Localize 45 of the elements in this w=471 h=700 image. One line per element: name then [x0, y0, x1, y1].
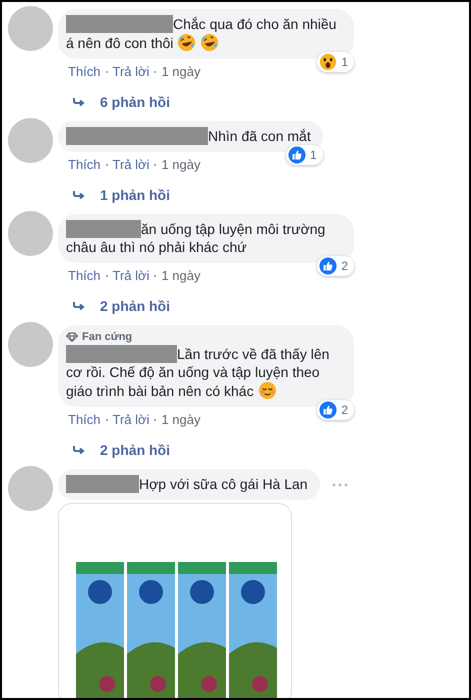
separator-dot — [154, 274, 156, 276]
comment-action-link[interactable]: Trả lời — [112, 268, 150, 283]
more-options-icon[interactable] — [332, 482, 348, 486]
comment-time[interactable]: 1 ngày — [161, 64, 200, 79]
separator-dot — [106, 70, 108, 72]
view-replies-link[interactable]: 2 phản hồi — [100, 298, 170, 314]
comment-action-link[interactable]: Trả lời — [112, 64, 150, 79]
comment-text: ăn uống tập luyện môi trường châu âu thì nó phải khác chứ — [66, 221, 326, 255]
avatar[interactable] — [8, 466, 53, 511]
comment-time[interactable]: 1 ngày — [161, 268, 200, 283]
separator-dot — [106, 164, 108, 166]
avatar[interactable] — [8, 6, 53, 51]
comment-time[interactable]: 1 ngày — [161, 412, 200, 427]
separator-dot — [106, 418, 108, 420]
view-replies-link[interactable]: 2 phản hồi — [100, 442, 170, 458]
reply-arrow-icon — [72, 190, 86, 200]
separator-dot — [106, 274, 108, 276]
reaction-count-badge[interactable]: 1 — [286, 145, 323, 165]
avatar[interactable] — [8, 118, 53, 163]
comment-text: Nhìn đã con mắt — [208, 128, 311, 144]
reaction-count-badge[interactable]: 2 — [317, 256, 354, 276]
comment-action-link[interactable]: Thích — [68, 157, 101, 172]
separator-dot — [154, 70, 156, 72]
view-replies-link[interactable]: 6 phản hồi — [100, 94, 170, 110]
comment-action-link[interactable]: Thích — [68, 268, 101, 283]
fan-badge-label: Fan cứng — [82, 331, 132, 343]
comment-action-link[interactable]: Trả lời — [112, 157, 150, 172]
avatar[interactable] — [8, 322, 53, 367]
separator-dot — [154, 164, 156, 166]
comment-time[interactable]: 1 ngày — [161, 157, 200, 172]
separator-dot — [154, 418, 156, 420]
comment-text: Lần trước về đã thấy lên cơ rồi. Chế độ ăn uống và tập luyện theo giáo trình bài bản nên có khác — [66, 346, 330, 399]
reaction-count-badge[interactable]: 1 — [317, 52, 354, 72]
comment-text: Hợp với sữa cô gái Hà Lan — [139, 476, 308, 492]
reply-arrow-icon — [72, 97, 86, 107]
reply-arrow-icon — [72, 301, 86, 311]
reaction-count-badge[interactable]: 2 — [317, 400, 354, 420]
comment-text: Chắc qua đó cho ăn nhiều á nên đô con thôi — [66, 16, 336, 51]
comment-action-link[interactable]: Thích — [68, 64, 101, 79]
diamond-icon — [66, 332, 78, 342]
reply-arrow-icon — [72, 445, 86, 455]
comment-action-link[interactable]: Trả lời — [112, 412, 150, 427]
avatar[interactable] — [8, 211, 53, 256]
comment-action-link[interactable]: Thích — [68, 412, 101, 427]
view-replies-link[interactable]: 1 phản hồi — [100, 187, 170, 203]
